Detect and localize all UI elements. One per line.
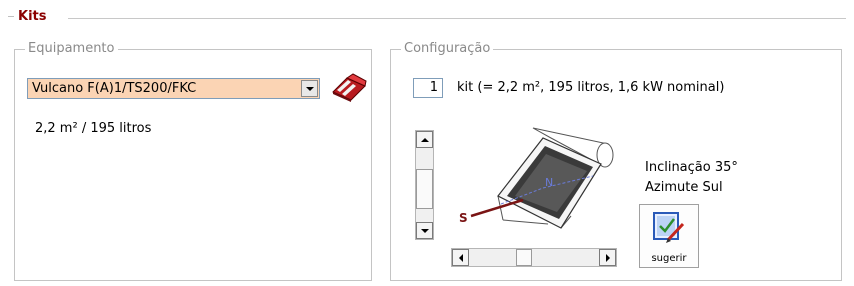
chevron-down-icon[interactable] <box>301 80 318 97</box>
equipment-select[interactable]: Vulcano F(A)1/TS200/FKC <box>27 78 320 99</box>
azimuth-scroll-thumb[interactable] <box>516 249 532 266</box>
configuration-panel: Configuração 1 kit (= 2,2 m², 195 litros… <box>390 41 842 281</box>
section-title: Kits <box>18 9 47 24</box>
inclination-scroll-thumb[interactable] <box>416 169 433 209</box>
inclination-scrollbar[interactable] <box>415 130 434 240</box>
azimuth-text: Azimute Sul <box>645 180 723 195</box>
arrow-down-icon[interactable] <box>416 222 433 239</box>
collector-diagram: N S <box>443 124 623 248</box>
section-header: Kits <box>8 9 46 24</box>
kit-box-icon[interactable] <box>331 72 367 106</box>
arrow-left-icon[interactable] <box>452 249 469 266</box>
configuration-legend: Configuração <box>401 41 494 57</box>
south-label: S <box>459 211 468 225</box>
angle-info: Inclinação 35° Azimute Sul <box>645 158 738 198</box>
kit-quantity-input[interactable]: 1 <box>413 78 443 98</box>
north-label: N <box>545 176 553 189</box>
equipment-legend: Equipamento <box>25 41 118 57</box>
equipment-select-value: Vulcano F(A)1/TS200/FKC <box>32 81 197 96</box>
arrow-up-icon[interactable] <box>416 131 433 148</box>
kit-description: kit (= 2,2 m², 195 litros, 1,6 kW nomina… <box>457 80 725 95</box>
suggest-icon <box>652 210 686 250</box>
inclination-text: Inclinação 35° <box>645 160 738 175</box>
equipment-info: 2,2 m² / 195 litros <box>35 121 152 136</box>
azimuth-scrollbar[interactable] <box>451 248 617 267</box>
equipment-panel: Equipamento Vulcano F(A)1/TS200/FKC 2,2 … <box>14 41 372 281</box>
suggest-label: sugerir <box>651 253 687 264</box>
suggest-button[interactable]: sugerir <box>639 204 699 268</box>
section-divider <box>68 18 846 19</box>
arrow-right-icon[interactable] <box>599 249 616 266</box>
legend-dash <box>8 16 14 17</box>
